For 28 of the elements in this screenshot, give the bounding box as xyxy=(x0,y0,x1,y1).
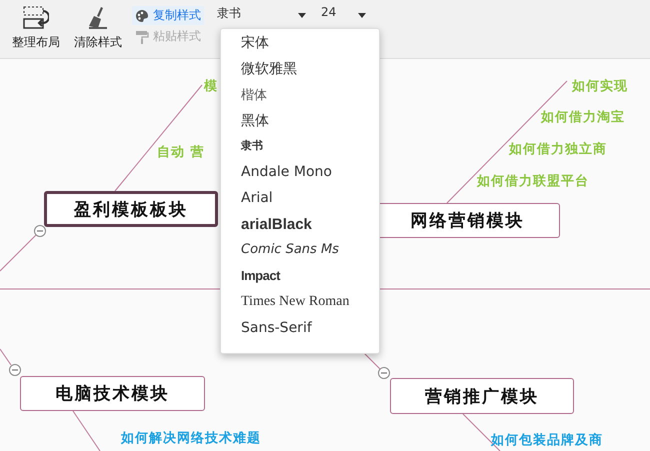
menu-item[interactable]: Sans-Serif xyxy=(221,320,379,346)
collapse-icon[interactable] xyxy=(9,364,21,376)
paint-roller-icon xyxy=(135,30,149,44)
toolbar-button[interactable]: 整理布局 xyxy=(8,0,64,51)
connector-line xyxy=(72,410,100,451)
menu-item[interactable]: 隶书 xyxy=(221,138,379,164)
menu-item[interactable]: Comic Sans Ms xyxy=(221,242,379,268)
toolbar-button[interactable]: 清除样式 xyxy=(70,0,126,51)
collapse-icon[interactable] xyxy=(378,367,390,379)
topic-node[interactable]: 盈利模板板块 xyxy=(44,191,218,227)
collapse-icon[interactable] xyxy=(34,225,46,237)
connector-line xyxy=(0,234,36,272)
style-button[interactable]: 复制样式 xyxy=(132,6,204,25)
menu-item[interactable]: 微软雅黑 xyxy=(221,60,379,86)
menu-item[interactable]: 黑体 xyxy=(221,112,379,138)
menu-item[interactable]: 楷体 xyxy=(221,86,379,112)
caret-icon xyxy=(358,13,366,18)
broom-icon xyxy=(86,6,110,30)
caret-icon xyxy=(298,13,306,18)
menu-item[interactable]: Andale Mono xyxy=(221,164,379,190)
layout-icon xyxy=(23,6,49,30)
topic-node[interactable]: 营销推广模块 xyxy=(390,378,574,414)
menu-item[interactable]: 宋体 xyxy=(221,34,379,60)
connector-line xyxy=(0,348,12,366)
menu-item[interactable]: Times New Roman xyxy=(221,294,379,320)
topic-node[interactable]: 电脑技术模块 xyxy=(20,376,205,411)
palette-icon xyxy=(135,8,149,22)
menu-item[interactable]: Impact xyxy=(221,268,379,294)
